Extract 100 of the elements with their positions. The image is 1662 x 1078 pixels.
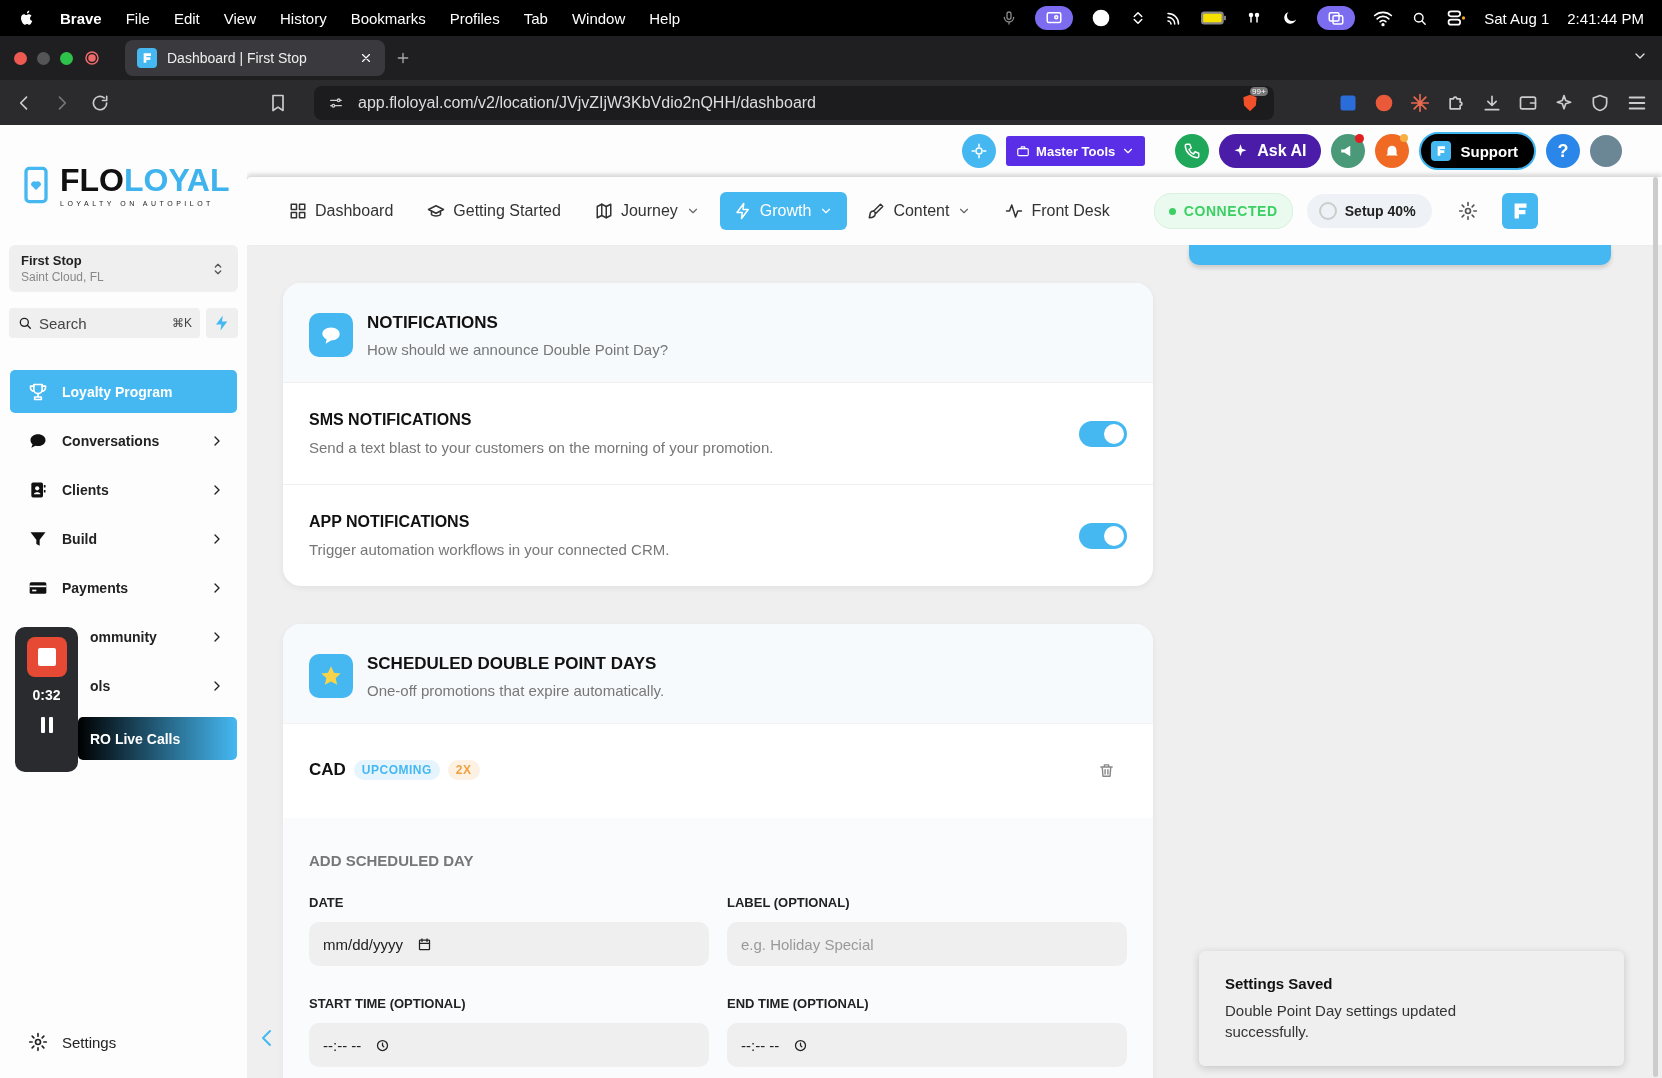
sidebar-item[interactable]: Clients [10, 468, 237, 511]
input-field[interactable]: --:-- -- [309, 1023, 709, 1067]
maximize-window-icon[interactable] [60, 51, 73, 65]
browser-tab[interactable]: Dashboard | First Stop [125, 40, 385, 76]
master-tools-button[interactable]: Master Tools [1006, 136, 1146, 166]
clock-icon [375, 1037, 391, 1053]
nav-tab[interactable]: Front Desk [991, 192, 1124, 230]
sidebar-item[interactable]: ols [78, 664, 237, 707]
setting-description: Send a text blast to your customers on the morning of your promotion. [309, 439, 775, 456]
field-label: LABEL (OPTIONAL) [727, 895, 851, 910]
sidebar-item[interactable]: Conversations [10, 419, 237, 462]
menu-item[interactable]: View [223, 9, 256, 27]
announcements-button[interactable] [1330, 134, 1365, 168]
setting-title: APP NOTIFICATIONS [309, 513, 471, 531]
toggle-switch[interactable] [1079, 420, 1127, 447]
menu-item[interactable]: Help [649, 9, 681, 27]
location-city: Saint Cloud, FL [21, 270, 105, 284]
field-label: END TIME (OPTIONAL) [727, 996, 870, 1011]
shield-icon [1590, 92, 1610, 113]
connection-status: CONNECTED [1153, 193, 1293, 229]
calendar-icon [417, 936, 432, 952]
overlapping-squares-icon [1327, 9, 1346, 27]
windows-icon[interactable] [1317, 6, 1356, 30]
menu-item[interactable]: File [125, 9, 150, 27]
map-icon [594, 202, 613, 220]
card-title: NOTIFICATIONS [367, 313, 499, 333]
nav-tab[interactable]: Getting Started [413, 192, 575, 230]
nav-tab[interactable]: Content [853, 192, 986, 230]
settings-button[interactable] [962, 134, 997, 168]
notifications-button[interactable] [1374, 134, 1409, 168]
sidebar-item[interactable]: Payments [10, 566, 237, 609]
shortcut-hint: ⌘K [172, 316, 192, 330]
status-badge: UPCOMING [353, 760, 440, 780]
menu-item[interactable]: Tab [523, 9, 548, 27]
graduation-cap-icon [427, 202, 446, 220]
menu-item[interactable]: Edit [173, 9, 200, 27]
ask-ai-button[interactable]: Ask AI [1219, 134, 1321, 168]
nav-tab[interactable]: Dashboard [275, 192, 408, 230]
sparkle-icon [1554, 92, 1574, 113]
phone-icon [1183, 142, 1202, 160]
shields-count: 99+ [1250, 86, 1268, 96]
toast-title: Settings Saved [1225, 975, 1334, 992]
menu-item[interactable]: Window [571, 9, 626, 27]
screen-share-icon[interactable] [1035, 6, 1074, 30]
support-button[interactable]: Support [1418, 132, 1536, 170]
sidebar-item[interactable]: ommunity [78, 615, 237, 658]
input-field[interactable]: --:-- -- [727, 1023, 1127, 1067]
recording-time: 0:32 [32, 687, 61, 703]
starburst-icon [1410, 92, 1430, 113]
lion-shield-icon [1240, 92, 1260, 113]
pulse-icon [1005, 202, 1024, 220]
app-menu[interactable]: Brave [60, 9, 102, 27]
lightning-icon [733, 202, 752, 220]
nav-tab[interactable]: Journey [580, 192, 714, 230]
quick-action-button[interactable] [206, 308, 238, 338]
help-button[interactable]: ? [1546, 134, 1580, 168]
location-selector[interactable]: First Stop Saint Cloud, FL [9, 245, 238, 292]
address-bar[interactable]: app.floloyal.com/v2/location/JVjvZIjW3KbVdio2nQHH/dashboard 99+ [314, 85, 1274, 120]
tab-title: Dashboard | First Stop [167, 50, 308, 66]
setup-progress-button[interactable]: Setup 40% [1306, 194, 1432, 228]
close-icon [359, 51, 373, 65]
card-subtitle: How should we announce Double Point Day? [367, 341, 669, 358]
input-field[interactable]: mm/dd/yyyy [309, 922, 709, 966]
trophy-icon [28, 381, 48, 402]
toolbox-icon [1016, 144, 1031, 158]
control-center-icon [1446, 8, 1467, 28]
phone-button[interactable] [1175, 134, 1210, 168]
grid-icon [289, 202, 307, 220]
search-icon [17, 315, 33, 331]
search-placeholder: Search [39, 314, 88, 332]
close-window-icon[interactable] [14, 51, 27, 65]
clock-icon [793, 1037, 809, 1053]
user-avatar[interactable] [1590, 135, 1622, 167]
menubar-time: 2:41:44 PM [1567, 9, 1644, 27]
sidebar-item[interactable]: RO Live Calls [78, 717, 237, 760]
menu-item[interactable]: Bookmarks [350, 9, 426, 27]
f-logo-icon[interactable] [1501, 193, 1538, 229]
menu-item[interactable]: History [280, 9, 327, 27]
stop-button[interactable] [26, 637, 67, 677]
form-heading: ADD SCHEDULED DAY [309, 852, 475, 869]
sidebar-item[interactable]: Build [10, 517, 237, 560]
url-text: app.floloyal.com/v2/location/JVjvZIjW3KbVdio2nQHH/dashboard [358, 93, 817, 112]
multiplier-badge: 2X [447, 760, 480, 780]
minimize-window-icon[interactable] [37, 51, 50, 65]
logo-wordmark: FLO [60, 162, 124, 199]
card-title: SCHEDULED DOUBLE POINT DAYS [367, 654, 658, 674]
settings-link[interactable]: Settings [0, 1032, 247, 1078]
toggle-switch[interactable] [1079, 522, 1127, 549]
menubar-date: Sat Aug 1 [1484, 9, 1550, 27]
record-icon [83, 49, 101, 67]
search-field[interactable]: Search ⌘K [9, 308, 200, 338]
field-label: DATE [309, 895, 345, 910]
setting-title: SMS NOTIFICATIONS [309, 411, 473, 429]
field-label: START TIME (OPTIONAL) [309, 996, 467, 1011]
entry-label: CAD [309, 760, 346, 780]
card-subtitle: One-off promotions that expire automatically. [367, 682, 665, 699]
setting-description: Trigger automation workflows in your connected CRM. [309, 541, 671, 558]
menu-item[interactable]: Profiles [449, 9, 500, 27]
extension-circle-icon [1374, 92, 1394, 113]
brush-icon [867, 202, 886, 220]
